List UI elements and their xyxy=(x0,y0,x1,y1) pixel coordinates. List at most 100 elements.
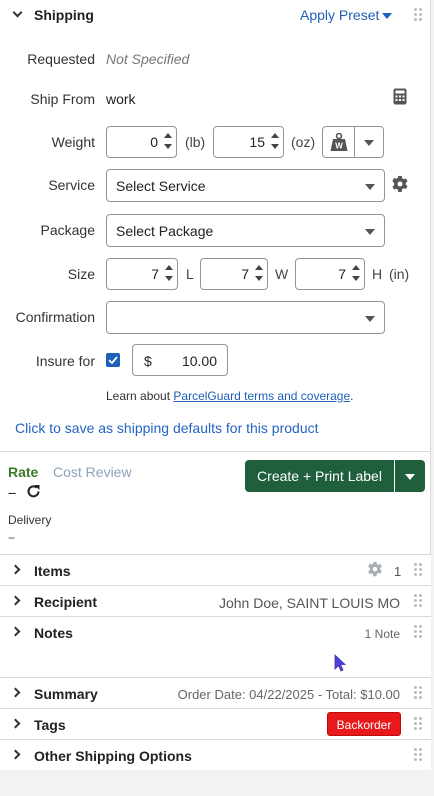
items-section[interactable]: Items 1 xyxy=(0,554,431,585)
ship-from-label: Ship From xyxy=(30,91,95,107)
notes-expand-chevron-icon[interactable] xyxy=(10,626,21,637)
summary-section[interactable]: Summary Order Date: 04/22/2025 - Total: … xyxy=(0,677,431,708)
package-select-value: Select Package xyxy=(116,223,214,239)
service-gear-icon[interactable] xyxy=(390,175,410,195)
summary-drag-handle-icon[interactable] xyxy=(414,686,422,700)
shipping-header[interactable]: Shipping Apply Preset xyxy=(0,0,431,32)
tags-title: Tags xyxy=(34,717,66,733)
scale-caret-icon xyxy=(364,140,374,146)
service-caret-icon xyxy=(365,184,375,190)
insure-checkbox[interactable] xyxy=(106,353,120,367)
shipping-title: Shipping xyxy=(34,7,94,23)
backorder-badge[interactable]: Backorder xyxy=(327,712,401,736)
recipient-section[interactable]: Recipient John Doe, SAINT LOUIS MO xyxy=(0,585,431,616)
size-height-value: 7 xyxy=(338,266,346,282)
delivery-label: Delivery xyxy=(8,513,52,527)
create-print-label-text: Create + Print Label xyxy=(257,468,382,484)
package-select[interactable]: Select Package xyxy=(106,214,385,247)
parcelguard-link[interactable]: ParcelGuard terms and coverage xyxy=(173,389,350,403)
insure-currency: $ xyxy=(144,353,152,369)
insure-label: Insure for xyxy=(35,353,95,369)
parcelguard-note: Learn about ParcelGuard terms and covera… xyxy=(106,389,354,403)
drag-handle-icon[interactable] xyxy=(414,8,422,22)
rate-divider xyxy=(0,451,431,452)
size-length-input[interactable]: 7 xyxy=(106,258,178,290)
items-count: 1 xyxy=(394,564,402,579)
recipient-drag-handle-icon[interactable] xyxy=(414,594,422,608)
cost-review-tab[interactable]: Cost Review xyxy=(53,464,132,480)
collapse-chevron-icon[interactable] xyxy=(12,7,23,18)
other-options-drag-handle-icon[interactable] xyxy=(414,748,422,762)
tags-expand-chevron-icon[interactable] xyxy=(10,718,21,729)
size-height-input[interactable]: 7 xyxy=(295,258,365,290)
tags-drag-handle-icon[interactable] xyxy=(414,717,422,731)
package-caret-icon xyxy=(365,229,375,235)
save-defaults-link[interactable]: Click to save as shipping defaults for t… xyxy=(15,420,319,436)
ship-from-value: work xyxy=(106,91,136,107)
size-width-input[interactable]: 7 xyxy=(200,258,268,290)
summary-title: Summary xyxy=(34,686,98,702)
size-width-spinner-icon[interactable] xyxy=(255,264,263,284)
calculator-icon[interactable] xyxy=(393,88,407,105)
confirmation-select[interactable] xyxy=(106,301,385,334)
rate-value: -- xyxy=(8,484,16,500)
refresh-icon[interactable] xyxy=(25,483,42,500)
summary-expand-chevron-icon[interactable] xyxy=(10,687,21,698)
apply-preset-label: Apply Preset xyxy=(300,7,380,23)
rate-tab[interactable]: Rate xyxy=(8,464,38,480)
weight-lb-value: 0 xyxy=(150,134,158,150)
size-height-unit: H xyxy=(372,266,383,282)
learn-prefix: Learn about xyxy=(106,389,174,403)
scale-dropdown-button[interactable] xyxy=(354,126,384,158)
backorder-badge-text: Backorder xyxy=(336,718,392,732)
create-label-caret-icon xyxy=(405,474,415,480)
create-label-dropdown-button[interactable] xyxy=(395,460,425,492)
items-gear-icon[interactable] xyxy=(366,561,384,579)
notes-section[interactable]: Notes 1 Note xyxy=(0,616,431,677)
service-select-value: Select Service xyxy=(116,178,206,194)
delivery-value: -- xyxy=(8,530,15,544)
recipient-value: John Doe, SAINT LOUIS MO xyxy=(218,595,400,611)
items-title: Items xyxy=(34,563,71,579)
items-expand-chevron-icon[interactable] xyxy=(10,564,21,575)
requested-label: Requested xyxy=(27,51,95,67)
weight-lb-input[interactable]: 0 xyxy=(106,126,177,158)
package-label: Package xyxy=(40,222,95,238)
mouse-cursor-icon xyxy=(334,654,346,672)
check-icon xyxy=(108,356,118,365)
weight-label: Weight xyxy=(51,134,95,150)
weight-lb-unit: (lb) xyxy=(185,134,206,150)
items-drag-handle-icon[interactable] xyxy=(414,563,422,577)
notes-value: 1 Note xyxy=(364,627,400,641)
size-height-spinner-icon[interactable] xyxy=(352,264,360,284)
confirmation-caret-icon xyxy=(365,316,375,322)
size-width-value: 7 xyxy=(241,266,249,282)
weight-lb-spinner-icon[interactable] xyxy=(164,132,172,152)
learn-suffix: . xyxy=(350,389,354,403)
recipient-expand-chevron-icon[interactable] xyxy=(10,595,21,606)
recipient-title: Recipient xyxy=(34,594,98,610)
weight-oz-spinner-icon[interactable] xyxy=(271,132,279,152)
size-length-unit: L xyxy=(186,266,194,282)
notes-drag-handle-icon[interactable] xyxy=(414,625,422,639)
apply-preset-button[interactable]: Apply Preset xyxy=(300,7,392,23)
scale-button[interactable]: W xyxy=(322,126,355,158)
size-unit: (in) xyxy=(389,266,410,282)
service-select[interactable]: Select Service xyxy=(106,169,385,202)
service-label: Service xyxy=(48,177,95,193)
insure-amount-input[interactable]: $ 10.00 xyxy=(132,344,228,376)
other-options-title: Other Shipping Options xyxy=(34,748,192,764)
size-length-value: 7 xyxy=(151,266,159,282)
create-print-label-button[interactable]: Create + Print Label xyxy=(245,460,394,492)
svg-text:W: W xyxy=(335,142,343,151)
other-options-expand-chevron-icon[interactable] xyxy=(10,749,21,760)
weight-oz-value: 15 xyxy=(249,134,265,150)
size-label: Size xyxy=(67,266,95,282)
size-length-spinner-icon[interactable] xyxy=(165,264,173,284)
other-shipping-options-section[interactable]: Other Shipping Options xyxy=(0,739,431,770)
apply-preset-caret-icon xyxy=(382,13,392,19)
weight-oz-input[interactable]: 15 xyxy=(213,126,284,158)
insure-amount-value: 10.00 xyxy=(181,353,217,369)
notes-title: Notes xyxy=(34,625,73,641)
tags-section[interactable]: Tags Backorder xyxy=(0,708,431,739)
